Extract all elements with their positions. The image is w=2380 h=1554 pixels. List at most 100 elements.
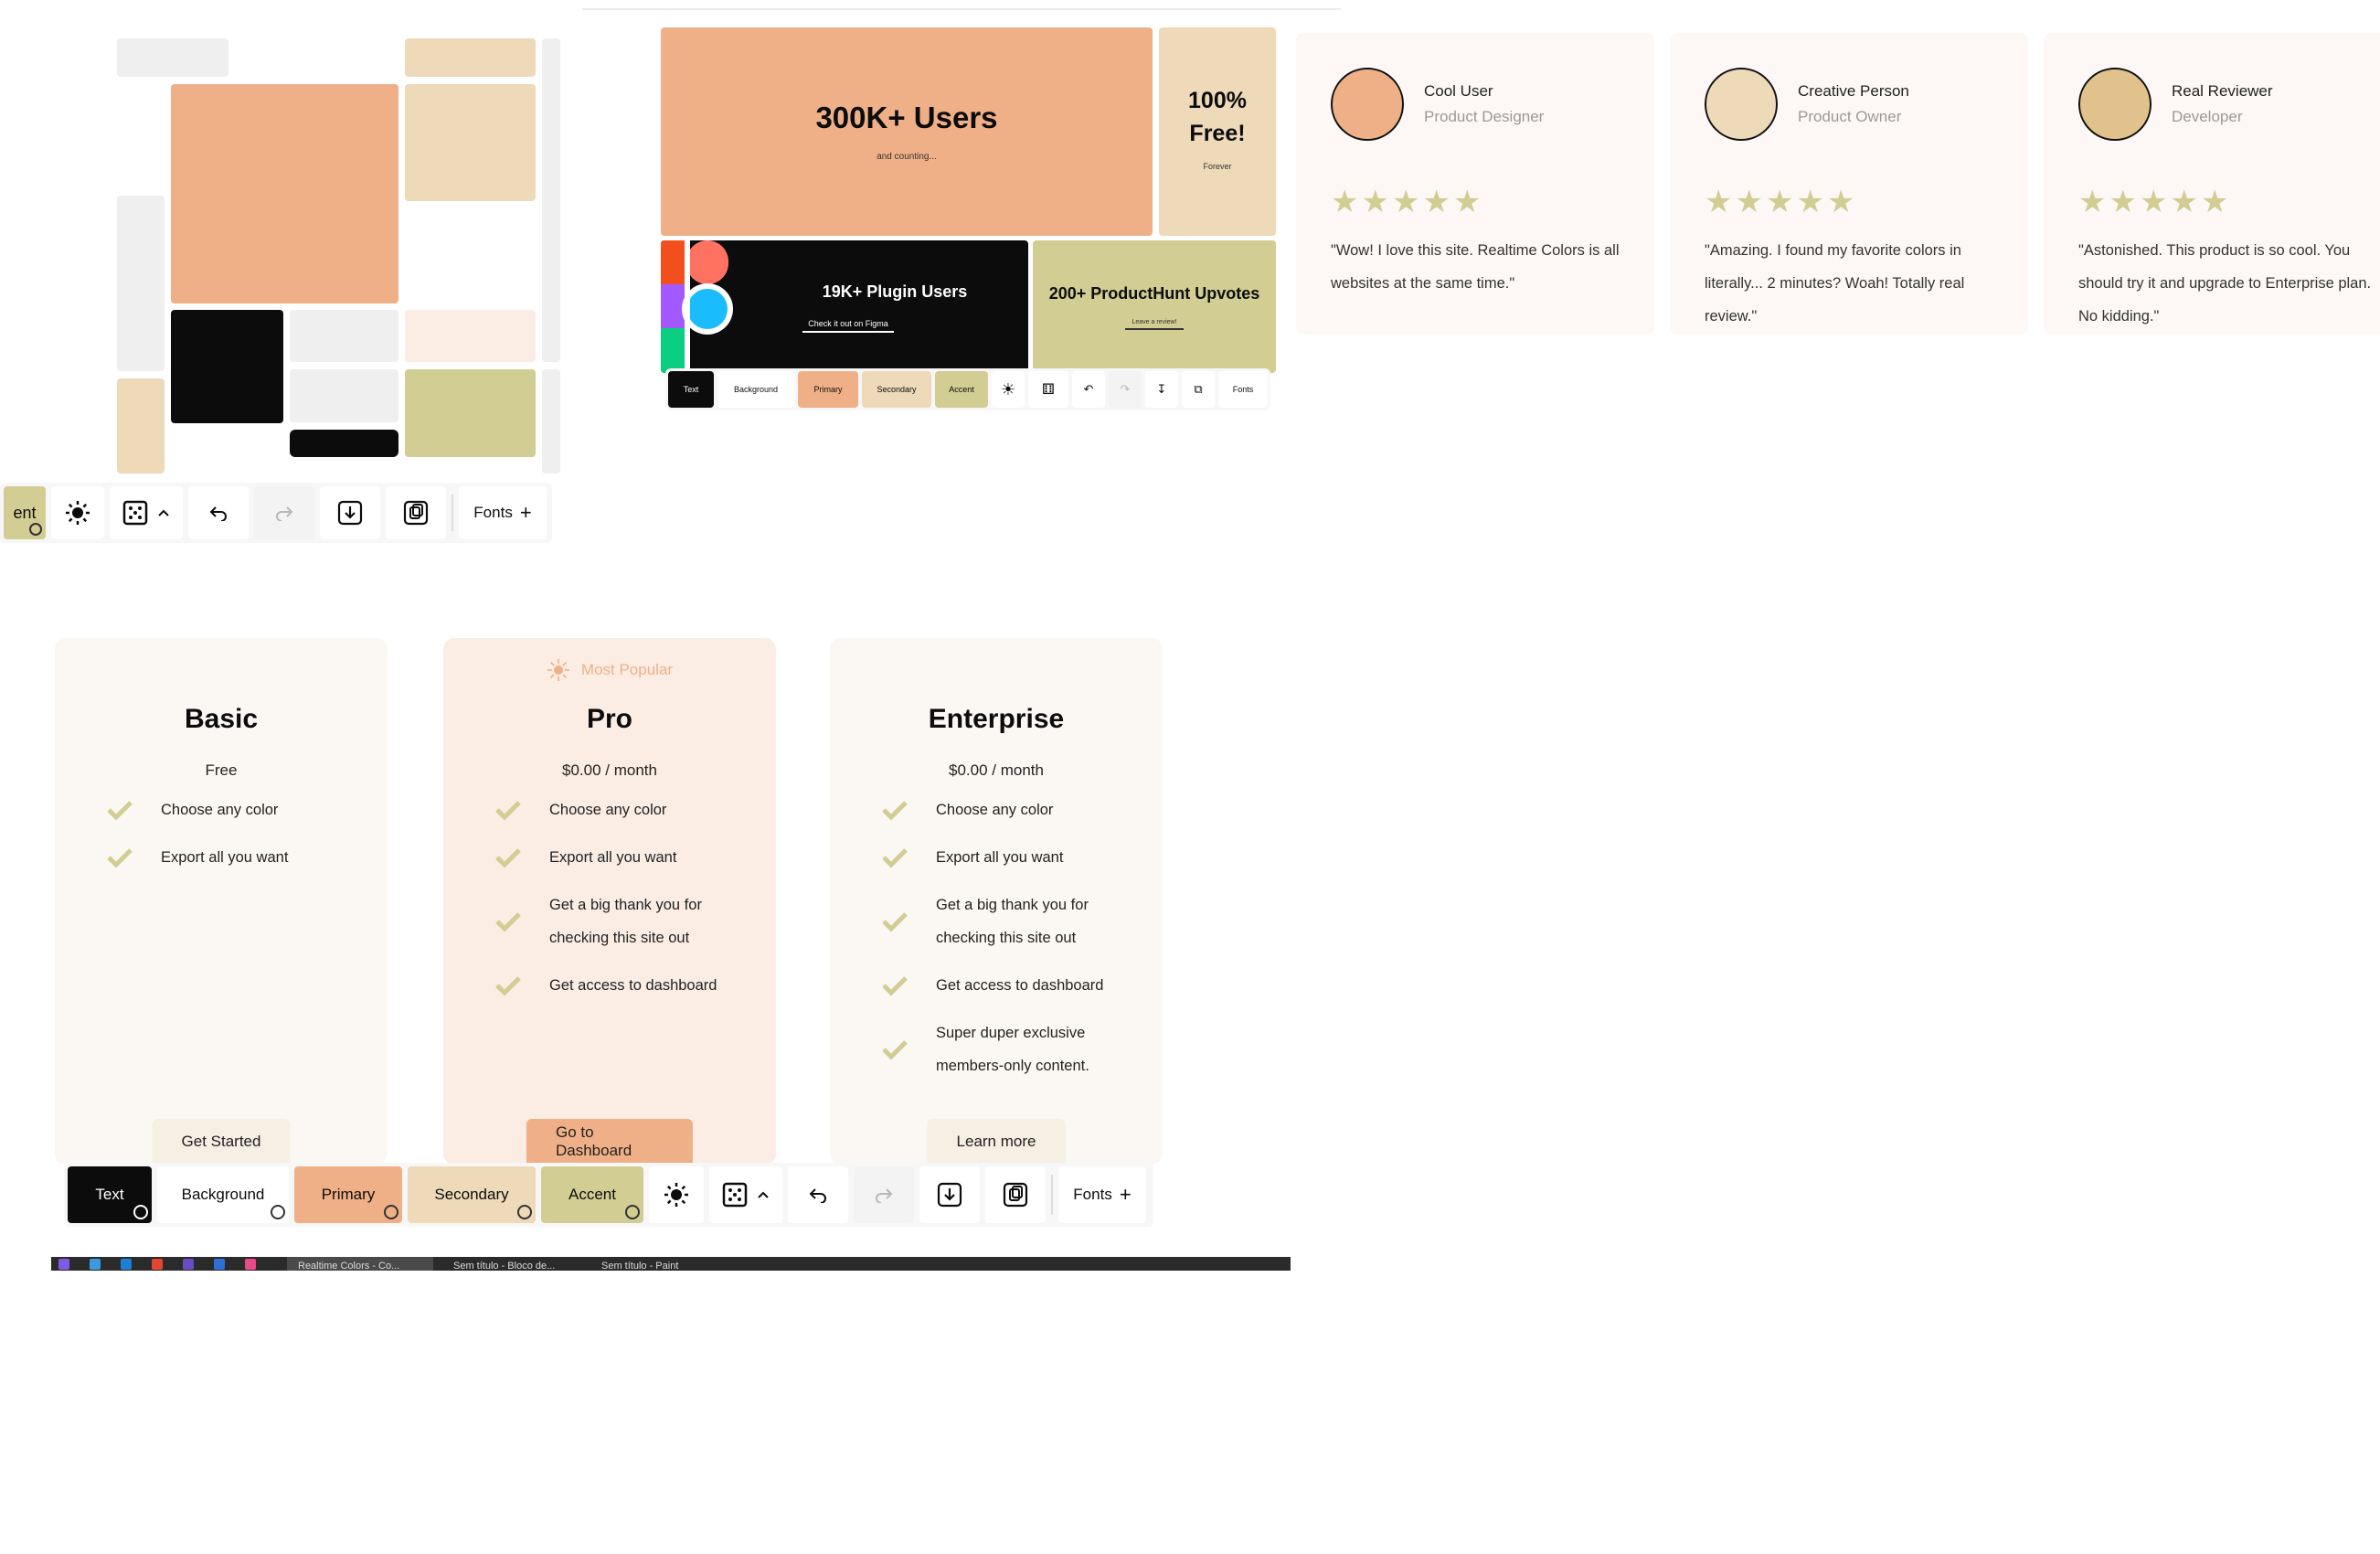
redo-button[interactable]	[854, 1166, 914, 1223]
rating-stars: ★ ★ ★ ★ ★	[1331, 186, 1481, 218]
background-swatch-mini[interactable]: Background	[717, 371, 794, 408]
avatar	[2078, 68, 2152, 141]
taskbar-app-icons	[58, 1259, 256, 1270]
secondary-swatch-mini[interactable]: Secondary	[862, 371, 931, 408]
learn-more-button[interactable]: Learn more	[927, 1119, 1066, 1165]
undo-button[interactable]	[188, 486, 249, 539]
randomize-button[interactable]	[709, 1166, 782, 1223]
copy-icon	[403, 500, 429, 526]
theme-toggle-button[interactable]	[51, 486, 104, 539]
testimonial-card: Creative Person Product Owner ★ ★ ★ ★ ★ "Ama…	[1670, 33, 2028, 335]
reviewer-name: Cool User	[1424, 82, 1493, 100]
star-icon: ★	[2200, 185, 2229, 219]
star-icon: ★	[1391, 185, 1420, 219]
fonts-button[interactable]: Fonts +	[1058, 1166, 1146, 1223]
taskbar-tab[interactable]: Sem título - Paint	[590, 1257, 728, 1271]
app-icon[interactable]	[245, 1259, 256, 1270]
check-circle-icon	[29, 523, 42, 536]
text-swatch-mini[interactable]: Text	[668, 371, 714, 408]
pricing-card-basic: Basic Free Choose any color Export all y…	[55, 638, 388, 1165]
primary-swatch[interactable]: Primary	[294, 1166, 402, 1223]
export-button[interactable]	[320, 486, 380, 539]
plus-icon: +	[519, 501, 532, 524]
app-icon[interactable]	[152, 1259, 163, 1270]
sun-icon: ☀	[1000, 379, 1016, 399]
accent-swatch[interactable]: Accent	[541, 1166, 643, 1223]
reviewer-role: Developer	[2172, 108, 2243, 125]
taskbar: Realtime Colors - Co... Sem título - Blo…	[51, 1257, 1291, 1271]
export-button-mini[interactable]: ↧	[1145, 371, 1178, 408]
plan-title: Pro	[586, 704, 632, 734]
testimonial-card: Cool User Product Designer ★ ★ ★ ★ ★ "Wow! I…	[1296, 33, 1654, 335]
fonts-button[interactable]: Fonts +	[459, 486, 547, 539]
plugin-stat-title: 19K+ Plugin Users	[822, 282, 968, 301]
star-icon: ★	[1796, 185, 1824, 219]
review-quote: "Astonished. This product is so cool. Yo…	[2078, 242, 2372, 325]
mosaic-primary-large	[171, 84, 398, 303]
theme-toggle-button-mini[interactable]: ☀	[992, 371, 1025, 408]
theme-toggle-button[interactable]	[649, 1166, 704, 1223]
mosaic-gray-left	[117, 196, 165, 371]
mosaic-accent-block	[405, 369, 536, 457]
redo-button-mini[interactable]: ↷	[1109, 371, 1142, 408]
star-icon: ★	[1826, 185, 1855, 219]
feature-item: Get access to dashboard	[494, 969, 760, 1002]
plugin-stat-link[interactable]: Check it out on Figma	[802, 319, 894, 333]
mosaic-scroll-right2	[542, 369, 560, 474]
review-quote: "Wow! I love this site. Realtime Colors …	[1331, 242, 1620, 292]
text-swatch[interactable]: Text	[68, 1166, 152, 1223]
go-to-dashboard-button[interactable]: Go to Dashboard	[526, 1119, 693, 1165]
check-circle-icon	[517, 1205, 532, 1219]
taskbar-tab[interactable]: Sem título - Bloco de...	[442, 1257, 584, 1271]
fonts-button-mini[interactable]: Fonts	[1218, 371, 1268, 408]
most-popular-label: Most Popular	[580, 661, 674, 678]
background-swatch[interactable]: Background	[157, 1166, 289, 1223]
undo-icon	[209, 506, 227, 521]
producthunt-stat-link[interactable]: Leave a review!	[1125, 319, 1184, 330]
accent-label-fragment: ent	[13, 503, 37, 522]
sunburst-icon	[547, 659, 569, 681]
star-icon: ★	[1331, 185, 1359, 219]
primary-swatch-mini[interactable]: Primary	[798, 371, 858, 408]
rating-stars: ★ ★ ★ ★ ★	[1705, 186, 1854, 218]
users-stat-sub: and counting...	[877, 152, 937, 162]
feature-item: Get a big thank you for checking this si…	[494, 889, 760, 954]
randomize-button-mini[interactable]: ⚅	[1028, 371, 1068, 408]
reviewer-role: Product Designer	[1424, 108, 1545, 125]
app-icon[interactable]	[58, 1259, 69, 1270]
star-icon: ★	[2109, 185, 2137, 219]
copy-button[interactable]	[985, 1166, 1046, 1223]
redo-button[interactable]	[254, 486, 314, 539]
app-icon[interactable]	[214, 1259, 225, 1270]
free-stat-sub: Forever	[1203, 162, 1232, 171]
app-icon[interactable]	[121, 1259, 132, 1270]
accent-swatch-partial[interactable]: ent	[4, 486, 46, 539]
copy-button[interactable]	[386, 486, 446, 539]
fonts-label: Fonts	[473, 504, 513, 521]
accent-swatch-mini[interactable]: Accent	[935, 371, 988, 408]
mosaic-secondary-small	[117, 378, 165, 474]
copy-icon: ⧉	[1194, 382, 1203, 396]
mosaic-text-block	[171, 310, 283, 423]
undo-button-mini[interactable]: ↶	[1072, 371, 1105, 408]
randomize-button[interactable]	[110, 486, 183, 539]
export-button[interactable]	[919, 1166, 980, 1223]
accent-swatch-label: Accent	[568, 1186, 616, 1203]
secondary-swatch[interactable]: Secondary	[408, 1166, 536, 1223]
get-started-button[interactable]: Get Started	[152, 1119, 291, 1165]
users-stat-title: 300K+ Users	[815, 101, 998, 134]
check-icon	[882, 848, 908, 868]
check-icon	[107, 848, 133, 868]
toolbar-divider	[1051, 1175, 1053, 1215]
mosaic-gray-tab	[117, 38, 228, 77]
taskbar-tab-active[interactable]: Realtime Colors - Co...	[287, 1257, 433, 1271]
rating-stars: ★ ★ ★ ★ ★	[2078, 186, 2228, 218]
app-icon[interactable]	[183, 1259, 194, 1270]
avatar	[1331, 68, 1404, 141]
dice-icon	[122, 500, 148, 526]
app-icon[interactable]	[90, 1259, 101, 1270]
copy-button-mini[interactable]: ⧉	[1182, 371, 1215, 408]
redo-icon	[276, 506, 293, 521]
reviewer-name: Creative Person	[1798, 82, 1909, 100]
undo-button[interactable]	[788, 1166, 848, 1223]
